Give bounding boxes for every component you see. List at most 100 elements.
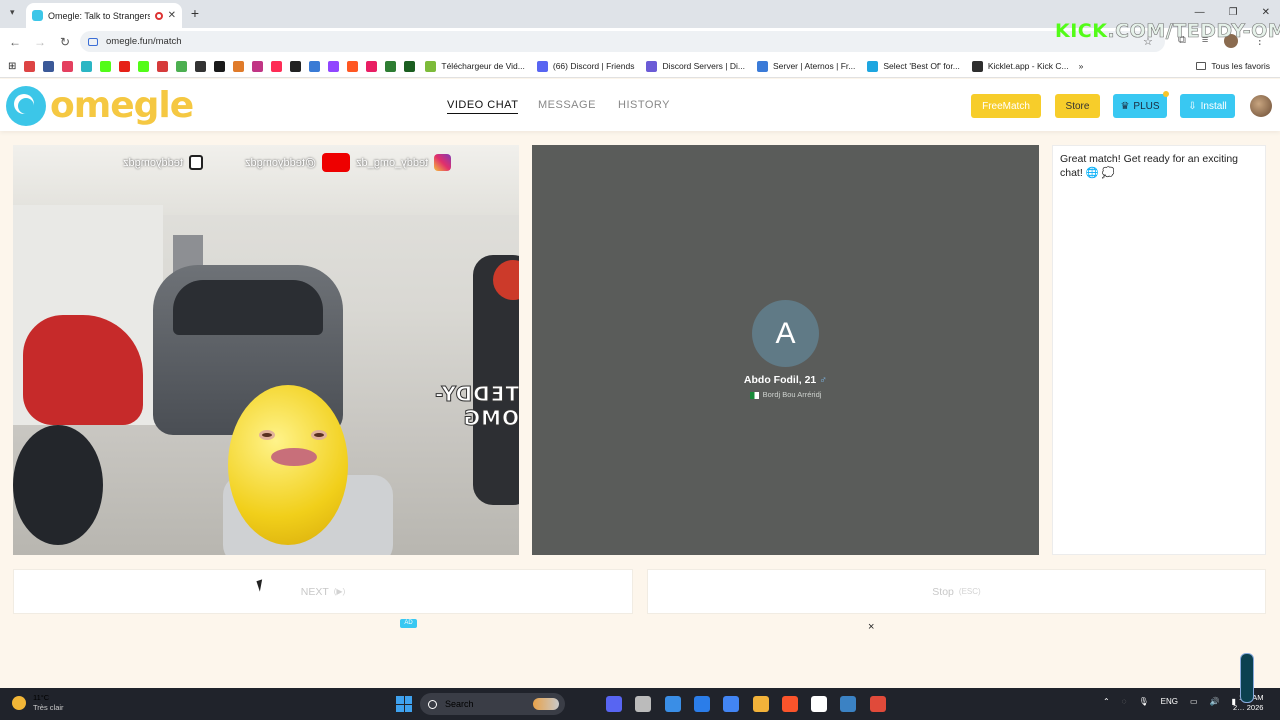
clock-date: 2… 2026 bbox=[1233, 703, 1264, 712]
bookmark-site-icon[interactable] bbox=[157, 60, 169, 72]
stop-button[interactable]: Stop (ESC) bbox=[647, 569, 1266, 614]
user-avatar[interactable] bbox=[1250, 95, 1272, 117]
bookmark-site-icon[interactable] bbox=[176, 60, 188, 72]
bookmark-list: Téléchargeur de Vid... (66) Discord | Fri… bbox=[419, 60, 1074, 72]
window-controls: — ❐ ✕ bbox=[1195, 7, 1270, 18]
forward-button[interactable]: → bbox=[30, 35, 50, 49]
bookmark-site-icon[interactable] bbox=[195, 60, 207, 72]
logo-chat-icon bbox=[6, 85, 46, 126]
bookmark-site-icon[interactable] bbox=[138, 60, 150, 72]
network-status-icon[interactable]: ◌ bbox=[1122, 697, 1127, 706]
nav-message[interactable]: MESSAGE bbox=[538, 99, 596, 111]
bookmark-label: Discord Servers | Di... bbox=[662, 61, 745, 71]
male-gender-icon: ♂ bbox=[819, 374, 828, 386]
install-button[interactable]: ⇩ Install bbox=[1180, 94, 1235, 118]
weather-widget[interactable]: 11°C Très clair bbox=[12, 693, 64, 713]
bookmark-site-icon[interactable] bbox=[309, 60, 321, 72]
next-button[interactable]: NEXT (▶) bbox=[13, 569, 633, 614]
more-bookmarks-icon[interactable]: » bbox=[1079, 61, 1084, 71]
bookmark-site-icon[interactable] bbox=[271, 60, 283, 72]
bookmark-item[interactable]: Server | Aternos | Fr... bbox=[751, 60, 855, 72]
folder-icon bbox=[1196, 62, 1207, 70]
bookmark-favicon-icon bbox=[536, 60, 548, 72]
url-field[interactable]: omegle.fun/match bbox=[80, 31, 1165, 52]
bookmark-site-icon[interactable] bbox=[366, 60, 378, 72]
taskbar-app-icon[interactable] bbox=[693, 696, 710, 712]
bookmark-site-icon[interactable] bbox=[24, 60, 36, 72]
stream-overlay-prefix: KICK bbox=[1055, 20, 1108, 42]
youtube-handle: @teddyomgdz bbox=[244, 156, 316, 169]
stream-overlay-url: KICK.COM/TEDDY-OMG bbox=[1055, 20, 1280, 43]
weather-text: 11°C Très clair bbox=[33, 693, 64, 713]
taskbar-app-icon[interactable] bbox=[606, 696, 622, 712]
bookmark-site-icon[interactable] bbox=[62, 60, 74, 72]
bookmark-site-icon[interactable] bbox=[100, 60, 112, 72]
bookmark-item[interactable]: Kicklet.app - Kick C... bbox=[966, 60, 1069, 72]
microphone-icon[interactable]: 🎙 bbox=[1138, 697, 1148, 706]
bookmark-item[interactable]: Select 'Best Of' for... bbox=[861, 60, 960, 72]
bookmark-site-icon[interactable] bbox=[347, 60, 359, 72]
ad-close-button[interactable]: × bbox=[868, 621, 874, 633]
video-watermark: TEDDY-OMG bbox=[434, 382, 519, 431]
freematch-button[interactable]: FreeMatch bbox=[971, 94, 1041, 118]
taskbar-app-icon[interactable] bbox=[869, 696, 886, 712]
new-tab-button[interactable]: + bbox=[187, 6, 203, 22]
taskbar-app-icon[interactable] bbox=[723, 696, 740, 712]
remote-user-location: Bordj Bou Arréridj bbox=[532, 390, 1039, 399]
bookmark-item[interactable]: Discord Servers | Di... bbox=[640, 60, 745, 72]
bookmark-site-icon[interactable] bbox=[119, 60, 131, 72]
store-button[interactable]: Store bbox=[1055, 94, 1100, 118]
temperature: 11°C bbox=[33, 693, 50, 702]
bookmark-label: Téléchargeur de Vid... bbox=[441, 61, 525, 71]
maximize-button[interactable]: ❐ bbox=[1229, 7, 1238, 18]
tab-search-icon[interactable]: ▾ bbox=[10, 7, 15, 18]
taskbar-app-icon[interactable] bbox=[752, 696, 769, 712]
bookmark-site-icon[interactable] bbox=[404, 60, 416, 72]
site-info-icon[interactable] bbox=[88, 37, 98, 46]
bookmark-site-icon[interactable] bbox=[328, 60, 340, 72]
bookmark-site-icon[interactable] bbox=[290, 60, 302, 72]
display-icon[interactable]: ▭ bbox=[1190, 697, 1198, 706]
omegle-logo[interactable]: omegle bbox=[6, 85, 194, 126]
taskbar-app-icon[interactable] bbox=[840, 696, 857, 712]
bookmark-site-icon[interactable] bbox=[252, 60, 264, 72]
lemon-mouth bbox=[271, 448, 317, 466]
taskbar-app-icon[interactable] bbox=[664, 696, 681, 712]
instagram-icon bbox=[434, 154, 451, 171]
recording-indicator-icon bbox=[154, 11, 163, 20]
nav-video-chat[interactable]: VIDEO CHAT bbox=[447, 99, 519, 114]
bookmark-item[interactable]: (66) Discord | Friends bbox=[531, 60, 634, 72]
reload-button[interactable]: ↻ bbox=[55, 35, 75, 49]
tab-close-icon[interactable]: ✕ bbox=[168, 10, 176, 21]
bookmark-site-icon[interactable] bbox=[43, 60, 55, 72]
close-window-button[interactable]: ✕ bbox=[1262, 7, 1270, 18]
tray-overflow-icon[interactable]: ⌃ bbox=[1103, 697, 1110, 706]
bookmark-item[interactable]: Téléchargeur de Vid... bbox=[419, 60, 525, 72]
bookmark-site-icon[interactable] bbox=[214, 60, 226, 72]
minimize-button[interactable]: — bbox=[1195, 7, 1205, 18]
local-video-feed: teddyomgdz @teddyomgdz teddy_omg_dz TEDD… bbox=[13, 145, 519, 555]
taskbar-app-icon[interactable] bbox=[811, 696, 828, 712]
taskbar-app-icon[interactable] bbox=[781, 696, 798, 712]
language-indicator[interactable]: ENG bbox=[1161, 697, 1178, 706]
logo-text: omegle bbox=[50, 85, 194, 126]
install-icon: ⇩ bbox=[1188, 100, 1197, 112]
bookmark-site-icon[interactable] bbox=[81, 60, 93, 72]
apps-grid-icon[interactable]: ⊞ bbox=[8, 61, 16, 72]
windows-start-icon[interactable] bbox=[396, 696, 412, 712]
taskbar-app-icon[interactable] bbox=[635, 696, 652, 712]
back-button[interactable]: ← bbox=[5, 35, 25, 49]
bookmark-site-icon[interactable] bbox=[233, 60, 245, 72]
bookmark-site-icon[interactable] bbox=[385, 60, 397, 72]
taskbar-search[interactable]: Search bbox=[420, 693, 565, 715]
stop-shortcut-hint: (ESC) bbox=[958, 587, 981, 596]
lemon-left-eye bbox=[259, 430, 275, 440]
browser-tab[interactable]: Omegle: Talk to Strangers ✕ bbox=[26, 3, 182, 28]
nav-history[interactable]: HISTORY bbox=[618, 99, 670, 111]
crown-icon: ♛ bbox=[1120, 100, 1130, 112]
volume-icon[interactable]: 🔊 bbox=[1210, 697, 1220, 706]
stream-corner-logo bbox=[1240, 653, 1254, 703]
plus-button[interactable]: ♛ PLUS bbox=[1113, 91, 1169, 118]
all-favorites[interactable]: Tous les favoris bbox=[1196, 61, 1270, 71]
algeria-flag-icon bbox=[749, 391, 759, 399]
